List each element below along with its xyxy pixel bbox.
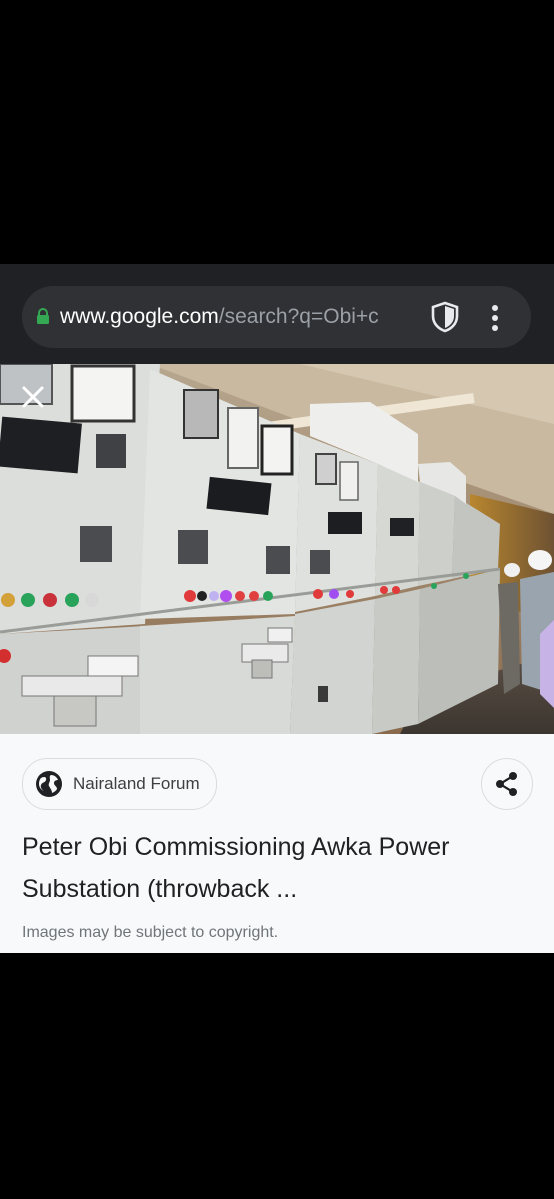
- result-card: Nairaland Forum Peter Obi Commissioning …: [0, 734, 554, 953]
- url-text[interactable]: www.google.com/search?q=Obi+c: [60, 303, 420, 331]
- result-title[interactable]: Peter Obi Commissioning Awka Power Subst…: [22, 826, 522, 910]
- source-name: Nairaland Forum: [73, 774, 200, 793]
- source-chip[interactable]: Nairaland Forum: [22, 758, 217, 810]
- lock-icon: [37, 308, 49, 324]
- url-path: /search?q=Obi+c: [218, 305, 379, 328]
- result-image[interactable]: [0, 364, 554, 734]
- copyright-note: Images may be subject to copyright.: [22, 924, 279, 941]
- more-vert-icon[interactable]: [482, 303, 508, 333]
- switchgear-photo: [0, 364, 554, 734]
- url-domain: www.google.com: [60, 305, 219, 328]
- share-icon: [496, 772, 517, 796]
- share-button[interactable]: [481, 758, 533, 810]
- globe-icon: [36, 771, 62, 797]
- browser-toolbar: www.google.com/search?q=Obi+c: [0, 264, 554, 364]
- address-bar[interactable]: www.google.com/search?q=Obi+c: [22, 286, 531, 348]
- close-icon[interactable]: [20, 384, 46, 410]
- shield-icon[interactable]: [430, 301, 460, 333]
